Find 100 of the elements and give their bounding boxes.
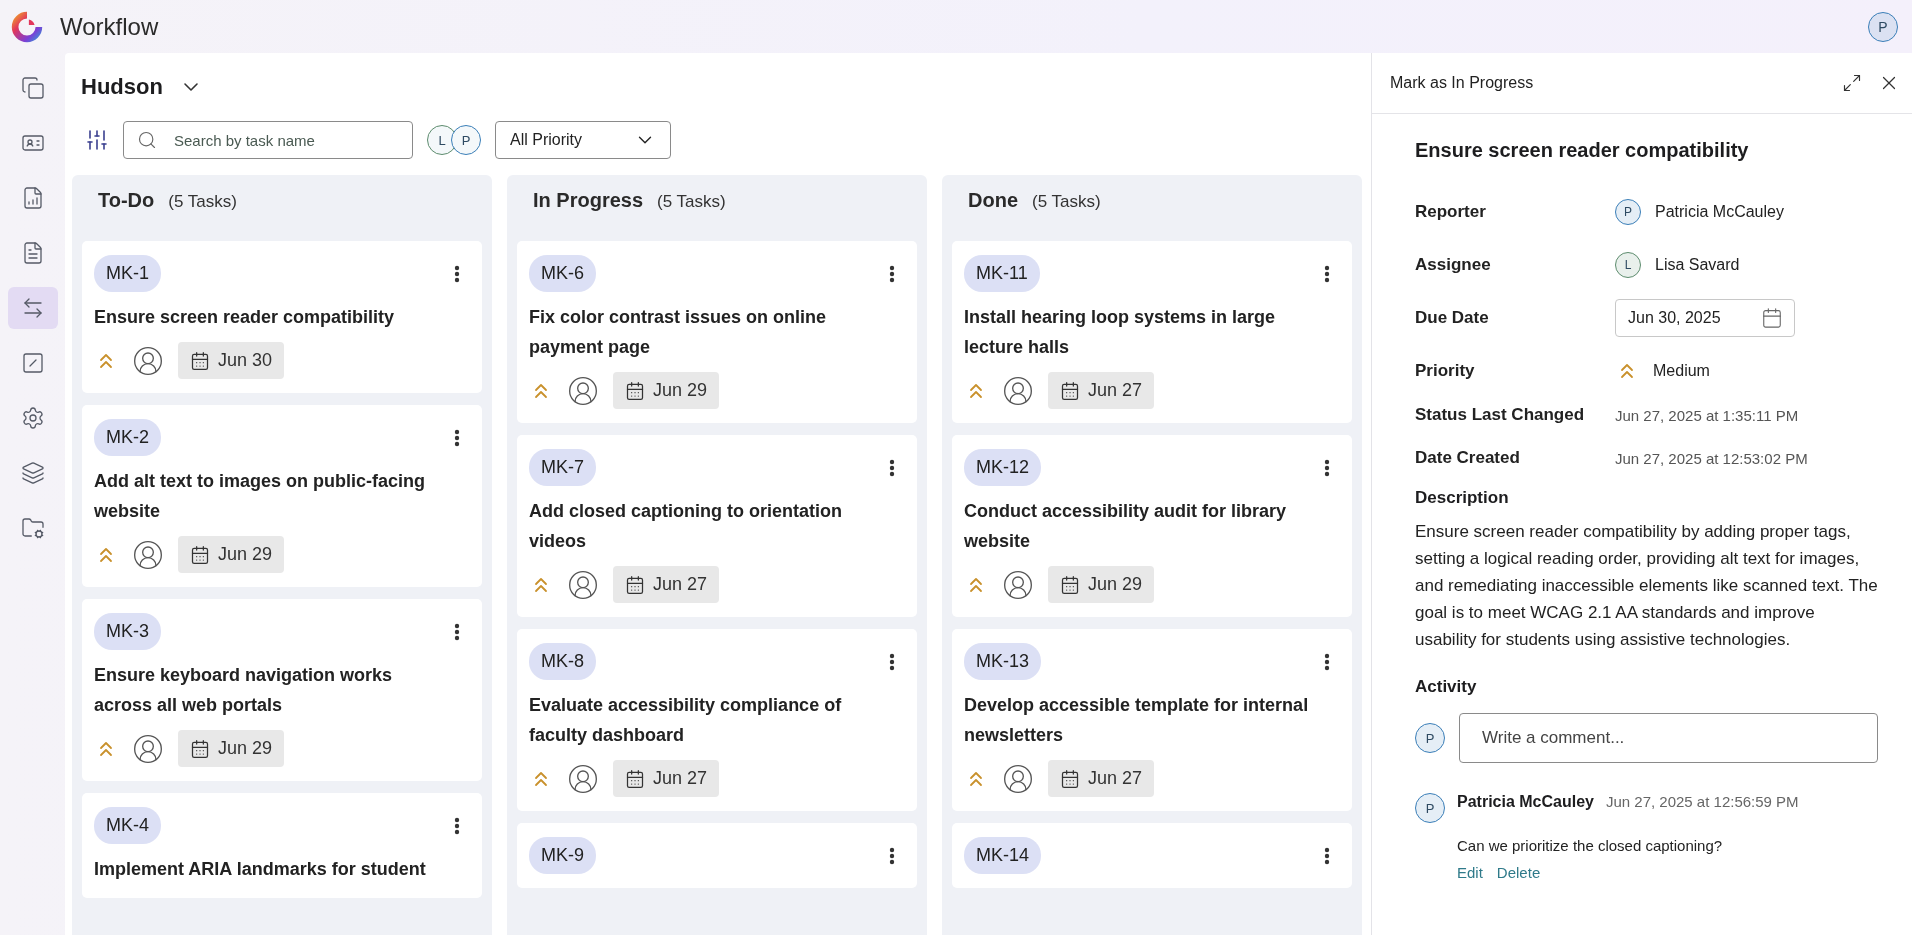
section-label: Activity (1415, 677, 1478, 697)
more-button[interactable] (889, 458, 895, 477)
sliders-icon (85, 128, 109, 152)
due-date-field[interactable]: Jun 30, 2025 (1615, 298, 1795, 337)
field-label: Date Created (1415, 448, 1521, 468)
task-id: MK-13 (964, 643, 1041, 680)
search-icon (137, 130, 157, 150)
more-button[interactable] (454, 622, 460, 641)
more-button[interactable] (889, 264, 895, 283)
person-avatar: L (1615, 251, 1641, 278)
task-title: Ensure screen reader compatibility (94, 306, 396, 329)
more-button[interactable] (1324, 264, 1330, 283)
comment-action-link[interactable]: Delete (1496, 864, 1541, 881)
task-card[interactable]: MK-11 Install hearing loop systems in large lecture halls Jun 27 (952, 241, 1352, 423)
kebab-icon (454, 622, 460, 641)
filter-button[interactable] (85, 128, 109, 152)
person-name: Lisa Savard (1655, 255, 1740, 274)
field-label: Status Last Changed (1415, 405, 1586, 425)
due-date-text: Jun 29 (218, 738, 273, 759)
task-card[interactable]: MK-8 Evaluate accessibility compliance of faculty dashboard Jun 27 (517, 629, 917, 811)
task-title: Ensure keyboard navigation works across all web portals (94, 664, 394, 717)
task-count: (5 Tasks) (168, 192, 237, 212)
member-avatar[interactable]: P (451, 125, 481, 155)
more-button[interactable] (454, 264, 460, 283)
task-count: (5 Tasks) (1032, 192, 1101, 212)
task-card[interactable]: MK-7 Add closed captioning to orientation videos Jun 27 (517, 435, 917, 617)
sidebar-item[interactable] (7, 287, 58, 329)
more-button[interactable] (1324, 652, 1330, 671)
folder-gear-icon (20, 516, 45, 540)
due-date-text: Jun 27 (1088, 768, 1143, 789)
more-button[interactable] (454, 428, 460, 447)
kebab-icon (1324, 264, 1330, 283)
field-label: Reporter (1415, 201, 1487, 222)
due-date-text: Jun 27 (653, 574, 708, 595)
task-title: Fix color contrast issues on online payment page (529, 306, 828, 359)
search-field[interactable]: Search by task name (123, 121, 413, 159)
field-label: Priority (1415, 360, 1476, 381)
task-card[interactable]: MK-1 Ensure screen reader compatibility Jun 30 (82, 241, 482, 393)
expand-button[interactable] (1842, 73, 1862, 93)
task-card[interactable]: MK-14 (952, 823, 1352, 888)
column-title: In Progress (533, 189, 644, 212)
calendar-icon (625, 574, 645, 595)
user-avatar[interactable]: P (1868, 11, 1898, 42)
task-card[interactable]: MK-9 (517, 823, 917, 888)
task-card[interactable]: MK-13 Develop accessible template for internal newsletters Jun 27 (952, 629, 1352, 811)
calendar-icon (190, 544, 210, 565)
calendar-icon (1060, 768, 1080, 789)
task-card[interactable]: MK-3 Ensure keyboard navigation works across all web portals Jun 29 (82, 599, 482, 781)
due-date-text: Jun 27 (653, 768, 708, 789)
more-button[interactable] (1324, 846, 1330, 865)
task-title: Implement ARIA landmarks for student (94, 858, 427, 881)
more-button[interactable] (454, 816, 460, 835)
due-date-text: Jun 29 (653, 380, 708, 401)
user-icon (1002, 568, 1034, 601)
task-card[interactable]: MK-12 Conduct accessibility audit for library website Jun 29 (952, 435, 1352, 617)
user-icon (567, 568, 599, 601)
user-avatar: P (1415, 793, 1445, 823)
settings-icon (20, 406, 45, 430)
calendar-icon (190, 350, 210, 371)
due-date-text: Jun 29 (1088, 574, 1143, 595)
task-id: MK-2 (94, 419, 161, 456)
task-card[interactable]: MK-6 Fix color contrast issues on online payment page Jun 29 (517, 241, 917, 423)
priority-dropdown[interactable]: All Priority (495, 121, 671, 159)
task-id: MK-12 (964, 449, 1041, 486)
task-id: MK-1 (94, 255, 161, 292)
more-button[interactable] (889, 846, 895, 865)
task-id: MK-7 (529, 449, 596, 486)
more-button[interactable] (889, 652, 895, 671)
task-heading: Ensure screen reader compatibility (1415, 138, 1750, 163)
panel-action: Mark as In Progress (1390, 74, 1535, 92)
kebab-icon (889, 652, 895, 671)
user-icon (1002, 762, 1034, 795)
slashed-square-icon (20, 351, 45, 375)
user-icon (567, 762, 599, 795)
priority-value: Medium (1653, 361, 1710, 380)
kebab-icon (454, 264, 460, 283)
kebab-icon (889, 264, 895, 283)
user-avatar: P (1415, 723, 1445, 753)
timestamp: Jun 27, 2025 at 12:53:02 PM (1615, 449, 1809, 467)
due-date-text: Jun 30 (218, 350, 273, 371)
task-id: MK-6 (529, 255, 596, 292)
more-button[interactable] (1324, 458, 1330, 477)
comment-action-link[interactable]: Edit (1457, 864, 1483, 881)
task-count: (5 Tasks) (657, 192, 726, 212)
calendar-icon (625, 768, 645, 789)
task-id: MK-4 (94, 807, 161, 844)
kebab-icon (1324, 458, 1330, 477)
user-icon (132, 732, 164, 765)
task-card[interactable]: MK-4 Implement ARIA landmarks for student (82, 793, 482, 898)
task-card[interactable]: MK-2 Add alt text to images on public-facing website Jun 29 (82, 405, 482, 587)
field-label: Due Date (1415, 307, 1490, 328)
layers-icon (20, 461, 45, 485)
comment-field[interactable]: Write a comment... (1459, 713, 1878, 763)
app-title: Workflow (60, 12, 159, 41)
expand-icon (1842, 73, 1862, 93)
calendar-icon (1060, 380, 1080, 401)
due-date-text: Jun 29 (218, 544, 273, 565)
kebab-icon (1324, 846, 1330, 865)
comment-author: Patricia McCauley (1457, 793, 1594, 811)
calendar-icon (625, 380, 645, 401)
